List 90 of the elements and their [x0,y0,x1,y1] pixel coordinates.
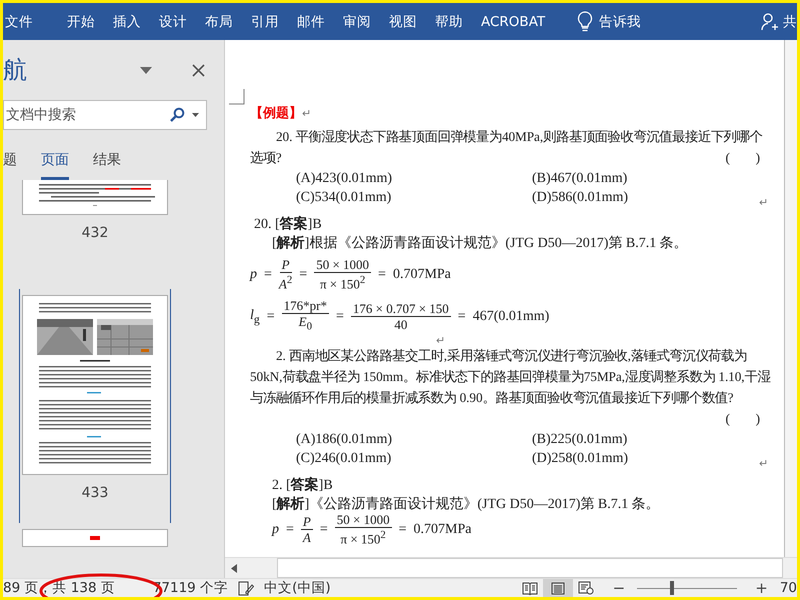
fraction-numerator: P [280,258,292,274]
fraction-numerator: 50 × 1000 [334,513,392,528]
formula-variable: p [272,522,279,538]
page-count[interactable]: 89 页，共 138 页 [3,579,115,597]
vertical-scrollbar[interactable] [784,40,797,557]
page-layout-icon [550,582,565,594]
question-text: 2. 西南地区某公路路基交工时,采用落锤式弯沉仪进行弯沉验收,落锤式弯沉仪荷载为50kN,荷载盘半径为 150mm。标准状态下的路基回弹模量为75MPa,湿度调整系数为 1.10,干湿与冻融循环作用后的模量折减系数为 0.90。路基顶面验收弯沉值最接近下列哪个数值? ( ) [250,345,772,429]
answer-option: (B)467(0.01mm) [532,169,752,188]
equals-sign: = [398,522,407,538]
section-heading: 【例题】 [250,105,302,120]
scroll-left-icon[interactable] [231,564,237,572]
fraction-denominator: π × 150$^{2}$ [320,273,366,292]
ribbon-tab[interactable]: 审阅 [334,6,380,36]
formula-result: 467(0.01mm) [472,309,550,325]
fraction-denominator: E$_{0}$ [298,314,312,335]
ribbon-tab[interactable]: 邮件 [288,6,334,36]
web-layout-icon [578,581,594,595]
paragraph-mark: ↵ [759,457,768,472]
answer-option: (C)534(0.01mm) [296,188,532,207]
fraction-denominator: 40 [394,317,408,332]
question-text: 20. 平衡湿度状态下路基顶面回弹模量为40MPa,则路基顶面验收弯沉值最接近下列哪个选项? ( ) [250,126,772,168]
formula-variable: p [250,267,257,283]
fraction-denominator: π × 150$^{2}$ [340,528,386,547]
slider-thumb[interactable] [670,581,674,595]
fraction-numerator: 176*pr* [282,299,329,314]
tell-me-button[interactable]: 告诉我 [568,6,650,36]
ribbon-tab[interactable]: 帮助 [426,6,472,36]
language-indicator[interactable]: 中文(中国) [264,579,331,597]
answer-option: (D)586(0.01mm) [532,188,752,207]
dropdown-icon[interactable] [140,66,152,74]
answer-option: (D)258(0.01mm) [532,449,752,468]
fraction-numerator: 176 × 0.707 × 150 [350,302,451,317]
lightbulb-icon [577,10,594,32]
formula-result: 0.707MPa [392,267,451,283]
analysis-text: [解析]根据《公路沥青路面设计规范》(JTG D50—2017)第 B.7.1 条。 [272,236,688,251]
answer-blank: ( ) [726,149,760,167]
paragraph-mark: ↵ [759,196,768,211]
answer-text: 20. [答案]B [254,217,322,232]
formula-result: 0.707MPa [414,522,472,538]
close-icon[interactable] [192,64,205,76]
answer-blank: ( ) [726,410,760,428]
pane-tab[interactable]: 题 [3,148,17,180]
fraction-numerator: 50 × 1000 [314,258,372,274]
formula-variable: l$_{g}$ [250,308,260,326]
answer-option: (A)423(0.01mm) [296,169,532,188]
page-thumbnail[interactable]: 432 [19,180,171,263]
pane-title: 航 [3,55,28,86]
equals-sign: = [320,522,328,538]
answer-option: (B)225(0.01mm) [532,430,752,449]
page-mark-drawing [90,536,100,540]
page-number: 433 [82,485,108,501]
search-field[interactable]: 文档中搜索 [3,100,207,130]
equals-sign: = [266,309,275,325]
ribbon-tab[interactable]: 视图 [380,6,426,36]
share-button[interactable]: 共 [752,6,797,36]
pane-tab[interactable]: 结果 [93,148,121,180]
ribbon-tab[interactable]: 引用 [242,6,288,36]
ribbon-tab[interactable]: 布局 [196,6,242,36]
fraction-numerator: P [300,515,313,530]
answer-text: 2. [答案]B [272,478,333,493]
add-person-icon [761,12,779,30]
page-number: 432 [82,225,108,241]
equals-sign: = [378,267,386,283]
equals-sign: = [336,309,344,325]
horizontal-scrollbar[interactable] [225,557,797,578]
book-icon [522,582,538,594]
dropdown-icon[interactable] [192,113,199,117]
ribbon-tab[interactable]: 文件 [3,6,42,36]
paragraph-mark: ↵ [436,335,445,347]
view-button[interactable] [542,579,573,597]
zoom-level[interactable]: 70 [780,579,797,597]
answer-option: (A)186(0.01mm) [296,430,532,449]
corner-mark-icon [229,89,245,105]
paragraph-mark: ↵ [302,108,311,120]
zoom-out-button[interactable]: − [610,579,628,597]
equals-sign: = [286,522,294,538]
equals-sign: = [264,267,272,283]
ribbon-tab[interactable]: 设计 [150,6,196,36]
equals-sign: = [299,267,308,283]
analysis-text: [解析]《公路沥青路面设计规范》(JTG D50—2017)第 B.7.1 条。 [272,497,660,512]
proofing-icon[interactable] [238,580,254,596]
ribbon-tab[interactable]: 插入 [104,6,150,36]
zoom-in-button[interactable]: + [753,579,770,597]
equals-sign: = [458,309,466,325]
fraction-denominator: A$^{2}$ [278,273,292,292]
search-icon[interactable] [170,107,185,122]
ribbon-tab[interactable]: ACROBAT [472,6,554,36]
answer-option: (C)246(0.01mm) [296,449,532,468]
ribbon-tab[interactable]: 开始 [58,6,104,36]
fraction-denominator: A [302,530,311,545]
